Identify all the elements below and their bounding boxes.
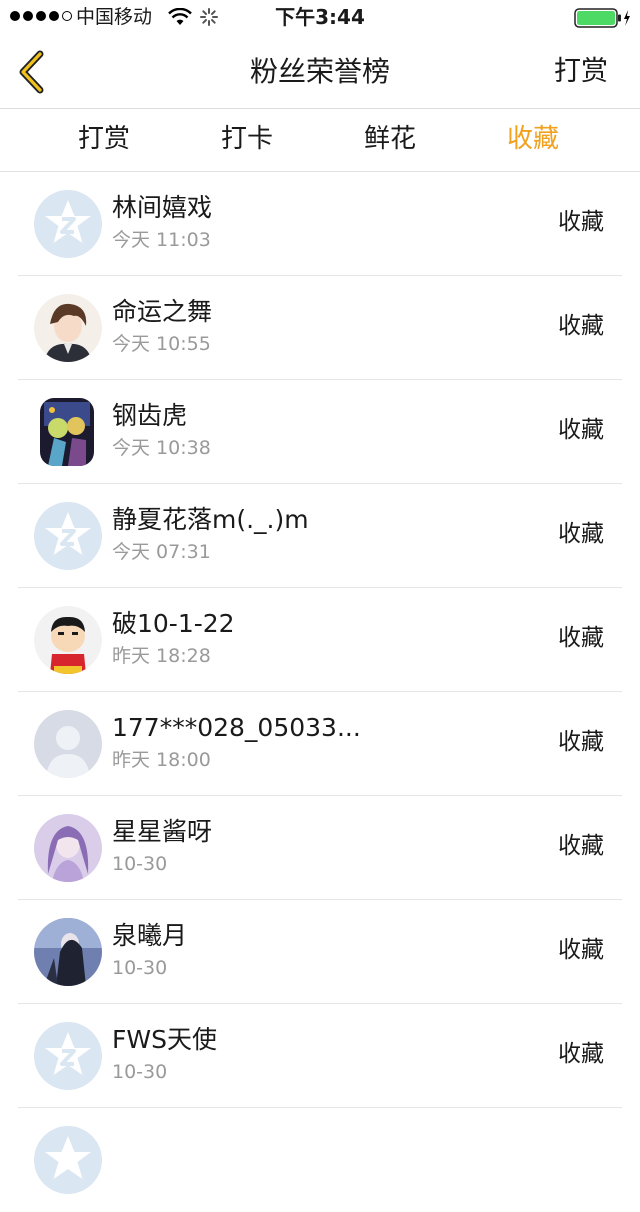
- fan-time: 昨天 18:28: [112, 645, 211, 667]
- page-title: 粉丝荣誉榜: [249, 55, 390, 88]
- fan-name: 静夏花落m(._.)m: [112, 505, 309, 534]
- fan-time: 今天 10:55: [112, 333, 211, 355]
- fan-name: 星星酱呀: [112, 817, 213, 846]
- list-item[interactable]: 静夏花落m(._.)m 今天 07:31 收藏: [0, 484, 640, 588]
- reward-button[interactable]: 打赏: [554, 54, 608, 90]
- list-item[interactable]: 泉曦月 10-30 收藏: [0, 900, 640, 1004]
- blank-person-avatar: [34, 710, 102, 778]
- tab-flowers[interactable]: 鲜花: [335, 122, 445, 156]
- tab-bar: 打赏 打卡 鲜花 收藏: [0, 109, 640, 172]
- anime-boy-avatar: [34, 294, 102, 362]
- fan-name: 林间嬉戏: [112, 193, 213, 222]
- fan-time: 10-30: [112, 957, 168, 979]
- list-item[interactable]: 破10-1-22 昨天 18:28 收藏: [0, 588, 640, 692]
- list-item[interactable]: 林间嬉戏 今天 11:03 收藏: [0, 172, 640, 276]
- list-item[interactable]: 星星酱呀 10-30 收藏: [0, 796, 640, 900]
- status-bar: 中国移动 下午3:44: [0, 0, 640, 36]
- fan-time: 昨天 18:00: [112, 749, 211, 771]
- list-item[interactable]: [0, 1108, 640, 1212]
- action-label: 收藏: [558, 729, 604, 755]
- fan-list: 林间嬉戏 今天 11:03 收藏 命运之舞 今天 10:55 收藏 钢齿虎 今天…: [0, 172, 640, 1212]
- fan-time: 10-30: [112, 853, 168, 875]
- battery-charging-icon: [574, 8, 630, 28]
- action-label: 收藏: [558, 833, 604, 859]
- action-label: 收藏: [558, 1041, 604, 1067]
- status-clock: 下午3:44: [275, 5, 365, 29]
- default-star-avatar: [34, 190, 102, 258]
- anime-art-avatar: [40, 398, 94, 466]
- cartoon-kid-avatar: [34, 606, 102, 674]
- action-label: 收藏: [558, 521, 604, 547]
- action-label: 收藏: [558, 209, 604, 235]
- fan-time: 今天 11:03: [112, 229, 211, 251]
- fan-name: 钢齿虎: [112, 401, 188, 430]
- action-label: 收藏: [558, 417, 604, 443]
- fan-name: FWS天使: [112, 1025, 217, 1054]
- list-item[interactable]: 命运之舞 今天 10:55 收藏: [0, 276, 640, 380]
- navigation-bar: 粉丝荣誉榜 打赏: [0, 36, 640, 109]
- default-star-avatar: [34, 1022, 102, 1090]
- list-item[interactable]: 钢齿虎 今天 10:38 收藏: [0, 380, 640, 484]
- fan-time: 10-30: [112, 1061, 168, 1083]
- list-item[interactable]: FWS天使 10-30 收藏: [0, 1004, 640, 1108]
- list-item[interactable]: 177***028_05033... 昨天 18:00 收藏: [0, 692, 640, 796]
- fan-name: 破10-1-22: [112, 609, 235, 638]
- action-label: 收藏: [558, 937, 604, 963]
- fan-time: 今天 07:31: [112, 541, 211, 563]
- default-star-avatar: [34, 502, 102, 570]
- purple-anime-avatar: [34, 814, 102, 882]
- action-label: 收藏: [558, 313, 604, 339]
- fan-time: 今天 10:38: [112, 437, 211, 459]
- tab-favorites[interactable]: 收藏: [478, 122, 588, 156]
- fan-name: 命运之舞: [112, 297, 213, 326]
- default-star-avatar: [34, 1126, 102, 1194]
- dark-anime-avatar: [34, 918, 102, 986]
- fan-name: 177***028_05033...: [112, 713, 361, 742]
- fan-name: 泉曦月: [112, 921, 188, 950]
- tab-checkin[interactable]: 打卡: [192, 122, 302, 156]
- tab-reward[interactable]: 打赏: [49, 122, 159, 156]
- action-label: 收藏: [558, 625, 604, 651]
